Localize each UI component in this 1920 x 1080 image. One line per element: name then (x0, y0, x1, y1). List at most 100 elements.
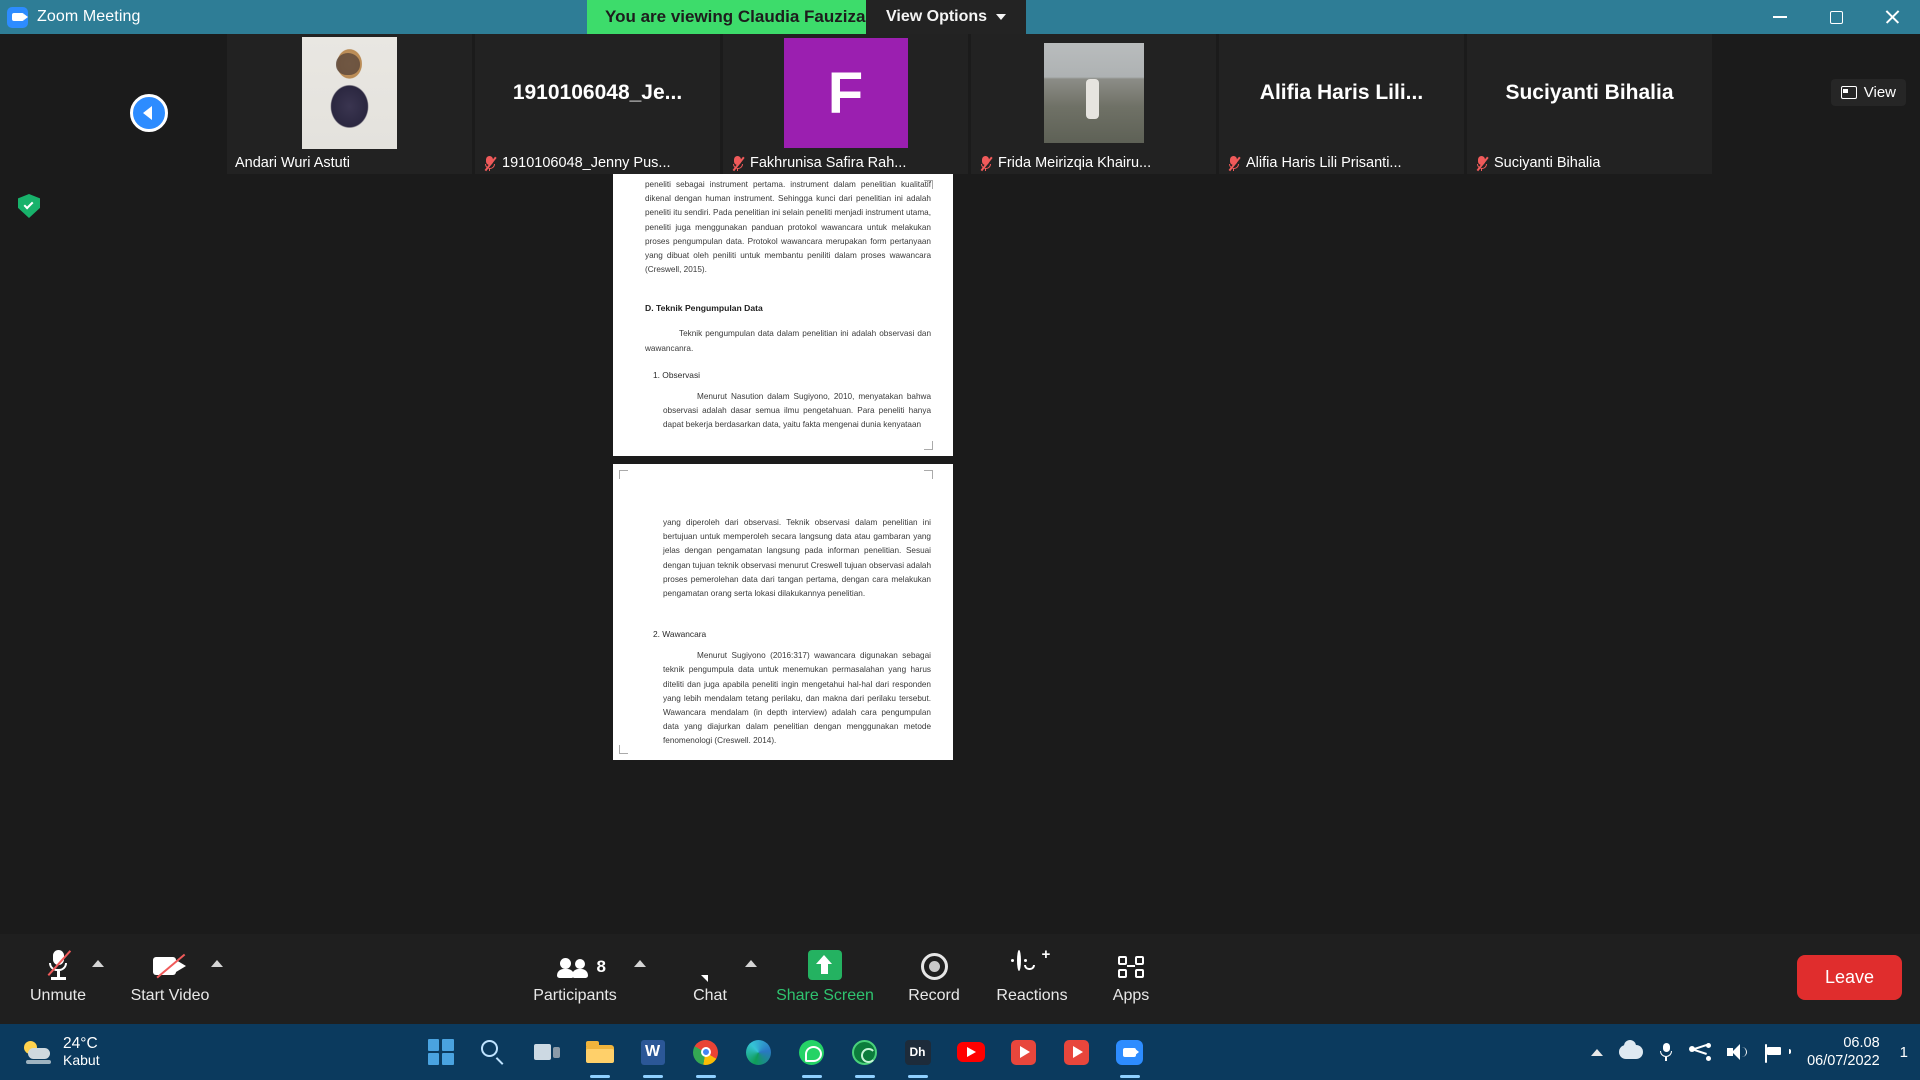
shared-screen-stage: peneliti sebagai instrument pertama. ins… (0, 174, 1920, 934)
video-options-caret[interactable] (211, 960, 223, 967)
participant-name: Suciyanti Bihalia (1494, 155, 1601, 171)
view-options-label: View Options (886, 8, 988, 25)
apps-icon (1116, 946, 1146, 980)
participant-thumbnail[interactable]: 1910106048_Je... 1910106048_Jenny Pus... (475, 34, 720, 174)
participant-name: Frida Meirizqia Khairu... (998, 155, 1152, 171)
reactions-label: Reactions (996, 987, 1068, 1004)
microsoft-edge-button[interactable] (732, 1024, 785, 1080)
leave-button[interactable]: Leave (1796, 955, 1902, 1000)
weather-description: Kabut (63, 1052, 100, 1068)
document-list-item: 1. Observasi (653, 369, 701, 380)
file-explorer-button[interactable] (573, 1024, 626, 1080)
weather-widget[interactable]: 24°C Kabut (0, 1035, 100, 1069)
reactions-icon: + (1017, 946, 1050, 980)
chat-button[interactable]: Chat (655, 946, 765, 1005)
apps-button[interactable]: Apps (1076, 946, 1186, 1005)
thumbnail-video: F (723, 34, 968, 152)
taskbar-clock[interactable]: 06.08 06/07/2022 (1807, 1034, 1880, 1070)
weather-fog-icon (22, 1039, 54, 1065)
record-label: Record (908, 987, 960, 1004)
notification-badge[interactable]: 1 (1896, 1044, 1908, 1061)
taskbar-search-button[interactable] (467, 1024, 520, 1080)
chat-options-caret[interactable] (745, 960, 757, 967)
document-paragraph: yang diperoleh dari observasi. Teknik ob… (663, 518, 931, 599)
thumbnail-video (227, 34, 472, 152)
participant-thumbnail[interactable]: F Fakhrunisa Safira Rah... (723, 34, 968, 174)
whatsapp-button[interactable] (785, 1024, 838, 1080)
zoom-taskbar-button[interactable] (1103, 1024, 1156, 1080)
maximize-button[interactable] (1808, 0, 1864, 34)
share-screen-button[interactable]: Share Screen (770, 946, 880, 1005)
start-button[interactable] (414, 1024, 467, 1080)
microphone-tray-icon[interactable] (1659, 1042, 1673, 1062)
youtube-icon (956, 1042, 985, 1062)
start-video-label: Start Video (130, 987, 210, 1004)
dh-app-button[interactable]: Dh (891, 1024, 944, 1080)
taskbar-app-list: W Dh (414, 1024, 1156, 1080)
onedrive-cloud-icon[interactable] (1619, 1040, 1644, 1059)
minimize-button[interactable] (1752, 0, 1808, 34)
unmute-button[interactable]: Unmute (3, 946, 113, 1005)
grid-view-icon (1840, 86, 1857, 99)
participant-name: Fakhrunisa Safira Rah... (750, 155, 907, 171)
people-icon: 8 (557, 946, 606, 980)
document-paragraph: peneliti sebagai instrument pertama. ins… (645, 180, 931, 275)
task-view-button[interactable] (520, 1024, 573, 1080)
document-paragraph: Menurut Sugiyono (2016:317) wawancara di… (663, 651, 931, 746)
record-button[interactable]: Record (879, 946, 989, 1005)
chevron-left-icon (143, 106, 152, 120)
document-page-content: peneliti sebagai instrument pertama. ins… (613, 174, 953, 432)
participant-thumbnail[interactable]: Suciyanti Bihalia Suciyanti Bihalia (1467, 34, 1712, 174)
thumbnail-video: Suciyanti Bihalia (1467, 34, 1712, 152)
document-paragraph: Menurut Nasution dalam Sugiyono, 2010, m… (663, 391, 931, 430)
participant-name: Alifia Haris Lili Prisanti... (1246, 155, 1402, 171)
network-tray-icon[interactable] (1689, 1043, 1712, 1061)
participants-button[interactable]: 8 Participants (520, 946, 630, 1005)
participant-thumbnail-strip: Andari Wuri Astuti 1910106048_Je... 1910… (0, 34, 1920, 174)
security-shield-icon[interactable] (18, 194, 40, 218)
participant-display-name: Suciyanti Bihalia (1505, 81, 1674, 104)
participant-thumbnail[interactable]: Andari Wuri Astuti (227, 34, 472, 174)
window-title-bar: Zoom Meeting You are viewing Claudia Fau… (0, 0, 1920, 34)
participant-display-name: 1910106048_Je... (512, 81, 683, 104)
app-title: Zoom Meeting (37, 8, 141, 25)
minimize-icon (1773, 16, 1787, 18)
battery-tray-icon[interactable] (1765, 1043, 1792, 1063)
clock-date: 06/07/2022 (1807, 1053, 1880, 1069)
document-paragraph: Teknik pengumpulan data dalam penelitian… (645, 329, 931, 353)
apps-label: Apps (1112, 987, 1150, 1004)
participant-name: 1910106048_Jenny Pus... (502, 155, 671, 171)
google-chrome-button[interactable] (679, 1024, 732, 1080)
show-hidden-icons-button[interactable] (1591, 1048, 1604, 1056)
view-options-button[interactable]: View Options (866, 0, 1027, 34)
view-layout-button[interactable]: View (1830, 79, 1906, 106)
scroll-back-button[interactable] (130, 94, 168, 132)
participant-name: Andari Wuri Astuti (235, 155, 350, 171)
audio-options-caret[interactable] (92, 960, 104, 967)
share-screen-label: Share Screen (776, 987, 874, 1004)
meeting-control-toolbar: Unmute Start Video 8 Participants Chat S… (0, 934, 1920, 1024)
microsoft-word-button[interactable]: W (626, 1024, 679, 1080)
page-corner-mark (924, 441, 933, 450)
maximize-icon (1829, 10, 1843, 24)
participants-label: Participants (533, 987, 617, 1004)
zoom-video-icon (1116, 1039, 1143, 1065)
windows-taskbar: 24°C Kabut W Dh 06.08 06/07/2022 1 (0, 1024, 1920, 1080)
participant-photo (1043, 43, 1144, 143)
participant-name-label: Suciyanti Bihalia (1467, 152, 1712, 174)
close-button[interactable] (1864, 0, 1920, 34)
youtube-button[interactable] (944, 1024, 997, 1080)
media-player-button-2[interactable] (1050, 1024, 1103, 1080)
volume-tray-icon[interactable] (1727, 1043, 1749, 1061)
zoom-logo-icon (7, 6, 28, 28)
shared-document-viewport[interactable]: peneliti sebagai instrument pertama. ins… (613, 174, 953, 760)
reactions-button[interactable]: + Reactions (977, 946, 1087, 1005)
participants-options-caret[interactable] (634, 960, 646, 967)
media-player-button-1[interactable] (997, 1024, 1050, 1080)
participant-thumbnail[interactable]: Frida Meirizqia Khairu... (971, 34, 1216, 174)
participants-count: 8 (596, 957, 606, 976)
system-tray: 06.08 06/07/2022 1 (1591, 1024, 1908, 1080)
green-app-button[interactable] (838, 1024, 891, 1080)
start-video-button[interactable]: Start Video (115, 946, 225, 1005)
participant-thumbnail[interactable]: Alifia Haris Lili... Alifia Haris Lili P… (1219, 34, 1464, 174)
